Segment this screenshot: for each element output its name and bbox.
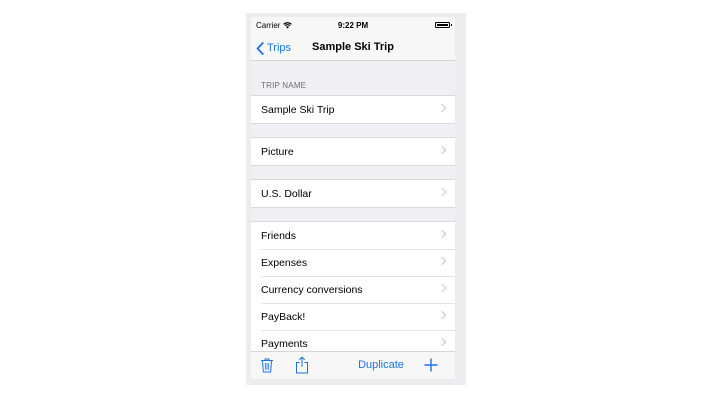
bottom-toolbar: Duplicate (251, 351, 455, 379)
trash-icon[interactable] (260, 357, 274, 373)
currency-group: U.S. Dollar (251, 179, 455, 208)
status-bar: Carrier 9:22 PM (251, 17, 455, 35)
trip-name-group: Sample Ski Trip (251, 95, 455, 124)
chevron-right-icon (437, 187, 447, 197)
currency-row[interactable]: U.S. Dollar (251, 180, 455, 207)
back-button-label: Trips (267, 42, 292, 54)
chevron-right-icon (437, 310, 447, 320)
battery-icon (435, 22, 452, 28)
trip-name-value: Sample Ski Trip (261, 103, 335, 116)
payback-row[interactable]: PayBack! (251, 303, 455, 330)
screenshot-stage: Carrier 9:22 PM Trips Sample Ski Trip TR… (0, 0, 720, 400)
plus-icon[interactable] (423, 357, 439, 373)
list-item-label: PayBack! (261, 310, 306, 323)
list-item-label: Expenses (261, 256, 308, 269)
chevron-right-icon (437, 256, 447, 266)
chevron-right-icon (437, 145, 447, 155)
friends-row[interactable]: Friends (251, 222, 455, 249)
currency-label: U.S. Dollar (261, 187, 312, 200)
settings-table: TRIP NAME Sample Ski Trip Picture U.S. D… (251, 61, 455, 351)
chevron-right-icon (437, 103, 447, 113)
currency-conversions-row[interactable]: Currency conversions (251, 276, 455, 303)
expenses-row[interactable]: Expenses (251, 249, 455, 276)
section-spacer (251, 124, 455, 137)
payments-row[interactable]: Payments (251, 330, 455, 351)
phone-screen: Carrier 9:22 PM Trips Sample Ski Trip TR… (251, 17, 455, 379)
chevron-right-icon (437, 283, 447, 293)
back-button[interactable]: Trips (256, 39, 291, 57)
picture-row[interactable]: Picture (251, 138, 455, 165)
chevron-right-icon (437, 337, 447, 347)
list-item-label: Payments (261, 337, 308, 350)
battery-level (437, 24, 448, 26)
chevron-right-icon (437, 229, 447, 239)
section-spacer (251, 208, 455, 221)
duplicate-button[interactable]: Duplicate (351, 359, 411, 371)
list-item-label: Currency conversions (261, 283, 363, 296)
picture-group: Picture (251, 137, 455, 166)
trip-name-row[interactable]: Sample Ski Trip (251, 96, 455, 123)
page-title: Sample Ski Trip (312, 41, 394, 53)
share-icon[interactable] (295, 356, 309, 374)
trip-details-group: Friends Expenses Currency conversions Pa… (251, 221, 455, 351)
picture-label: Picture (261, 145, 294, 158)
list-item-label: Friends (261, 229, 297, 242)
section-header-trip-name: TRIP NAME (261, 81, 307, 90)
chevron-left-icon (256, 41, 264, 55)
status-time: 9:22 PM (337, 21, 369, 30)
section-spacer (251, 166, 455, 179)
navigation-bar: Trips Sample Ski Trip (251, 35, 455, 61)
